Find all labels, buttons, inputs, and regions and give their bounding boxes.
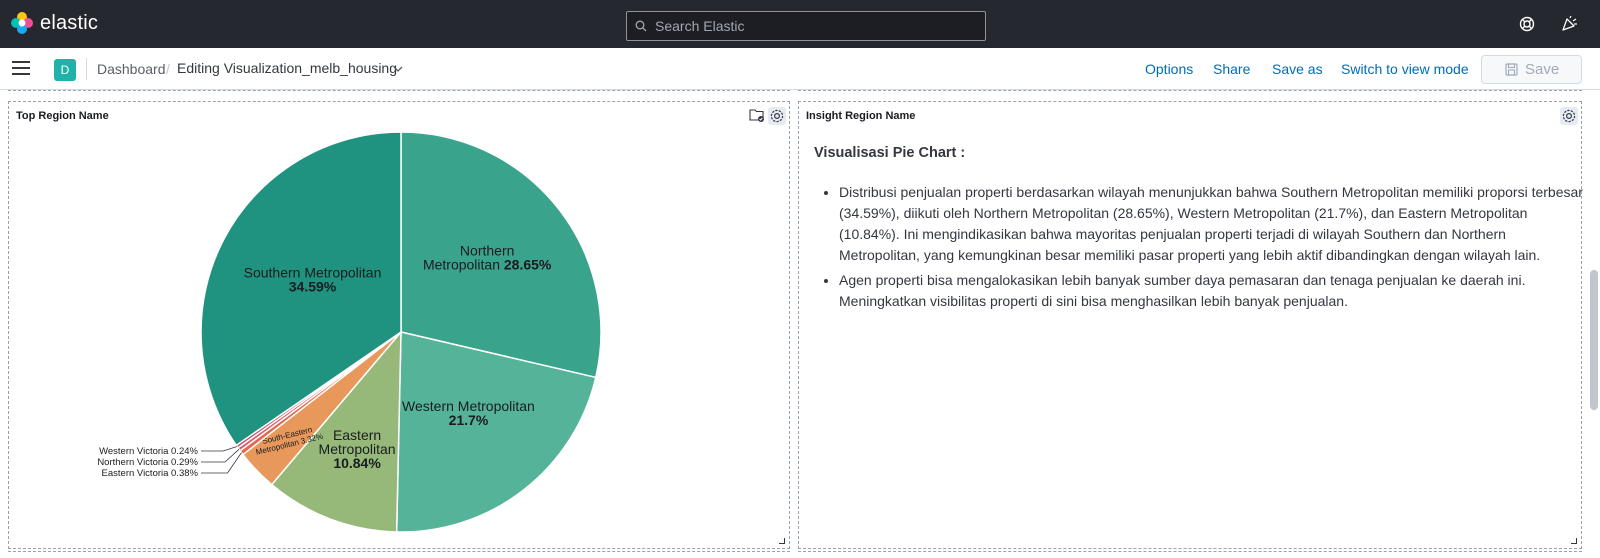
chevron-down-icon[interactable] [393, 65, 403, 73]
page-scrollbar[interactable] [1590, 270, 1598, 410]
breadcrumb-current: Editing Visualization_melb_housing [177, 60, 398, 76]
panel-divider [8, 551, 790, 552]
panel-divider [798, 551, 1582, 552]
share-link[interactable]: Share [1213, 61, 1250, 77]
search-icon [635, 20, 647, 32]
pie-leader-line [201, 452, 242, 474]
menu-bar-icon [12, 67, 30, 69]
save-button-label: Save [1525, 61, 1560, 78]
help-icon[interactable] [1518, 15, 1536, 33]
app-sub-header: D Dashboard / Editing Visualization_melb… [0, 48, 1600, 90]
insight-list: Distribusi penjualan properti berdasarka… [839, 182, 1584, 316]
insight-region-panel: Insight Region Name Visualisasi Pie Char… [798, 101, 1584, 549]
pie-label-northern-victoria: Northern Victoria 0.29% [97, 457, 198, 468]
switch-to-view-mode-link[interactable]: Switch to view mode [1341, 61, 1469, 77]
breadcrumb-separator: / [166, 61, 170, 77]
brand-name[interactable]: elastic [40, 12, 98, 35]
pie-chart: Northern Metropolitan 28.65%Western Metro… [97, 131, 602, 533]
pie-leader-line [201, 446, 238, 452]
menu-bar-icon [12, 61, 30, 63]
insight-heading: Visualisasi Pie Chart : [814, 145, 966, 161]
breadcrumb-dashboard[interactable]: Dashboard [97, 61, 166, 77]
panel-divider [8, 90, 790, 91]
top-header-bar: elastic Search Elastic [0, 0, 1600, 48]
options-link[interactable]: Options [1145, 61, 1193, 77]
menu-toggle-button[interactable] [12, 61, 30, 77]
resize-handle[interactable] [779, 538, 785, 544]
menu-bar-icon [12, 73, 30, 75]
pie-label-eastern-victoria: Eastern Victoria 0.38% [102, 468, 199, 479]
space-avatar[interactable]: D [54, 59, 76, 81]
list-item: Distribusi penjualan properti berdasarka… [839, 182, 1584, 266]
search-placeholder: Search Elastic [655, 18, 745, 34]
newsfeed-icon[interactable] [1560, 15, 1578, 33]
gear-icon[interactable] [1560, 107, 1578, 125]
top-region-panel: Top Region Name Northern Metropolitan 28.… [8, 101, 790, 549]
resize-handle[interactable] [1571, 538, 1577, 544]
list-item: Agen properti bisa mengalokasikan lebih … [839, 270, 1584, 312]
save-as-link[interactable]: Save as [1272, 61, 1323, 77]
elastic-logo-icon[interactable] [10, 11, 34, 35]
breadcrumb-divider [86, 58, 87, 80]
panel-divider [798, 90, 1582, 91]
pie-label-western-victoria: Western Victoria 0.24% [99, 446, 198, 457]
save-icon [1505, 63, 1518, 76]
save-button[interactable]: Save [1481, 55, 1582, 84]
search-input[interactable]: Search Elastic [626, 11, 986, 41]
panel-title: Insight Region Name [806, 110, 916, 122]
